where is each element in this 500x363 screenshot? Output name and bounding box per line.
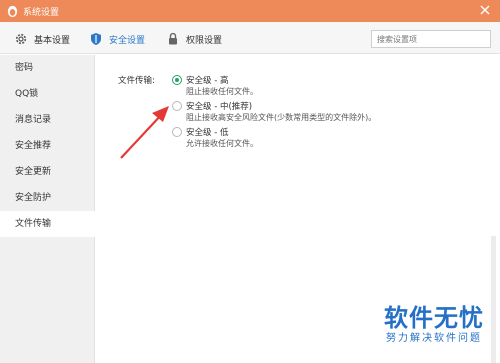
settings-toolbar: 基本设置 安全设置 权限设置 bbox=[0, 22, 500, 54]
watermark-line1: 软件无忧 bbox=[384, 304, 484, 332]
lock-icon bbox=[169, 32, 177, 45]
tab-label: 基本设置 bbox=[34, 35, 71, 46]
tab-basic-settings[interactable]: 基本设置 bbox=[14, 30, 70, 48]
sidebar-item-security-recommend[interactable]: 安全推荐 bbox=[0, 133, 95, 159]
radio-security-high[interactable] bbox=[172, 75, 182, 85]
window-title: 系统设置 bbox=[23, 8, 60, 18]
shield-icon bbox=[91, 33, 101, 45]
tab-security-settings[interactable]: 安全设置 bbox=[89, 30, 145, 48]
sidebar: 密码 QQ锁 消息记录 安全推荐 安全更新 安全防护 文件传输 bbox=[0, 55, 95, 363]
title-bar: 系统设置 bbox=[0, 0, 500, 22]
watermark: 软件无忧 努力解决软件问题 bbox=[374, 304, 494, 346]
gear-icon bbox=[15, 33, 27, 45]
sidebar-item-file-transfer[interactable]: 文件传输 bbox=[0, 211, 95, 237]
radio-security-medium[interactable] bbox=[172, 101, 182, 111]
tab-permission-settings[interactable]: 权限设置 bbox=[166, 30, 222, 48]
sidebar-item-security-protection[interactable]: 安全防护 bbox=[0, 185, 95, 211]
option-description: 允许接收任何文件。 bbox=[186, 139, 258, 148]
option-title: 安全级 - 中(推荐) bbox=[186, 102, 253, 112]
watermark-line2: 努力解决软件问题 bbox=[386, 333, 482, 344]
sidebar-item-security-update[interactable]: 安全更新 bbox=[0, 159, 95, 185]
sidebar-item-message-history[interactable]: 消息记录 bbox=[0, 107, 95, 133]
qq-penguin-icon bbox=[7, 5, 18, 18]
tab-label: 权限设置 bbox=[186, 35, 223, 46]
option-title: 安全级 - 高 bbox=[186, 76, 229, 86]
close-icon[interactable] bbox=[478, 3, 492, 17]
search-input[interactable] bbox=[372, 31, 490, 47]
radio-security-low[interactable] bbox=[172, 127, 182, 137]
option-description: 阻止接收任何文件。 bbox=[186, 87, 258, 96]
option-description: 阻止接收高安全风险文件(少数常用类型的文件除外)。 bbox=[186, 113, 377, 122]
file-transfer-label: 文件传输: bbox=[118, 76, 155, 86]
tab-label: 安全设置 bbox=[109, 35, 146, 46]
option-title: 安全级 - 低 bbox=[186, 128, 229, 138]
sidebar-item-password[interactable]: 密码 bbox=[0, 55, 95, 81]
search-box bbox=[371, 30, 491, 48]
sidebar-item-qq-lock[interactable]: QQ锁 bbox=[0, 81, 95, 107]
